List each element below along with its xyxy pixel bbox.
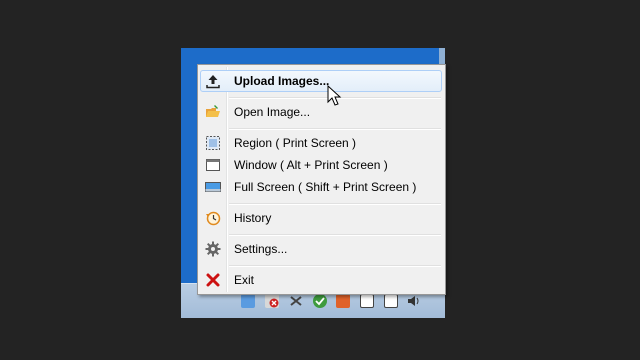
- network-error-icon[interactable]: [265, 294, 279, 308]
- tool-tray-icon[interactable]: [289, 294, 303, 308]
- menu-separator: [229, 128, 441, 130]
- menu-separator: [229, 234, 441, 236]
- folder-tray-icon[interactable]: [336, 294, 350, 308]
- menu-item-label: Full Screen ( Shift + Print Screen ): [234, 180, 417, 194]
- monitor-icon: [205, 179, 221, 195]
- menu-item-open-image[interactable]: Open Image...: [200, 101, 442, 123]
- menu-separator: [229, 265, 441, 267]
- menu-item-window[interactable]: Window ( Alt + Print Screen ): [200, 154, 442, 176]
- monitor-tray-icon[interactable]: [384, 294, 398, 308]
- clipboard-tray-icon[interactable]: [360, 294, 374, 308]
- menu-item-label: Region ( Print Screen ): [234, 136, 357, 150]
- close-x-icon: [205, 272, 221, 288]
- menu-item-label: Open Image...: [234, 105, 311, 119]
- menu-item-full-screen[interactable]: Full Screen ( Shift + Print Screen ): [200, 176, 442, 198]
- mouse-pointer-icon: [327, 85, 342, 106]
- menu-item-upload-images[interactable]: Upload Images...: [200, 70, 442, 92]
- window-icon: [205, 157, 221, 173]
- menu-item-label: Window ( Alt + Print Screen ): [234, 158, 388, 172]
- menu-item-label: Exit: [234, 273, 255, 287]
- folder-open-icon: [205, 104, 221, 120]
- menu-item-label: Upload Images...: [234, 74, 330, 88]
- gear-icon: [205, 241, 221, 257]
- menu-item-label: Settings...: [234, 242, 288, 256]
- history-clock-icon: [205, 210, 221, 226]
- menu-separator: [229, 203, 441, 205]
- menu-item-exit[interactable]: Exit: [200, 269, 442, 291]
- menu-item-history[interactable]: History: [200, 207, 442, 229]
- speaker-icon[interactable]: [407, 294, 421, 308]
- upload-icon: [205, 73, 221, 89]
- menu-item-settings[interactable]: Settings...: [200, 238, 442, 260]
- menu-item-label: History: [234, 211, 272, 225]
- app-tray-icon[interactable]: [241, 294, 255, 308]
- tray-context-menu: Upload Images... Open Image... Region ( …: [197, 64, 446, 295]
- region-select-icon: [205, 135, 221, 151]
- menu-item-region[interactable]: Region ( Print Screen ): [200, 132, 442, 154]
- security-check-icon[interactable]: [313, 294, 327, 308]
